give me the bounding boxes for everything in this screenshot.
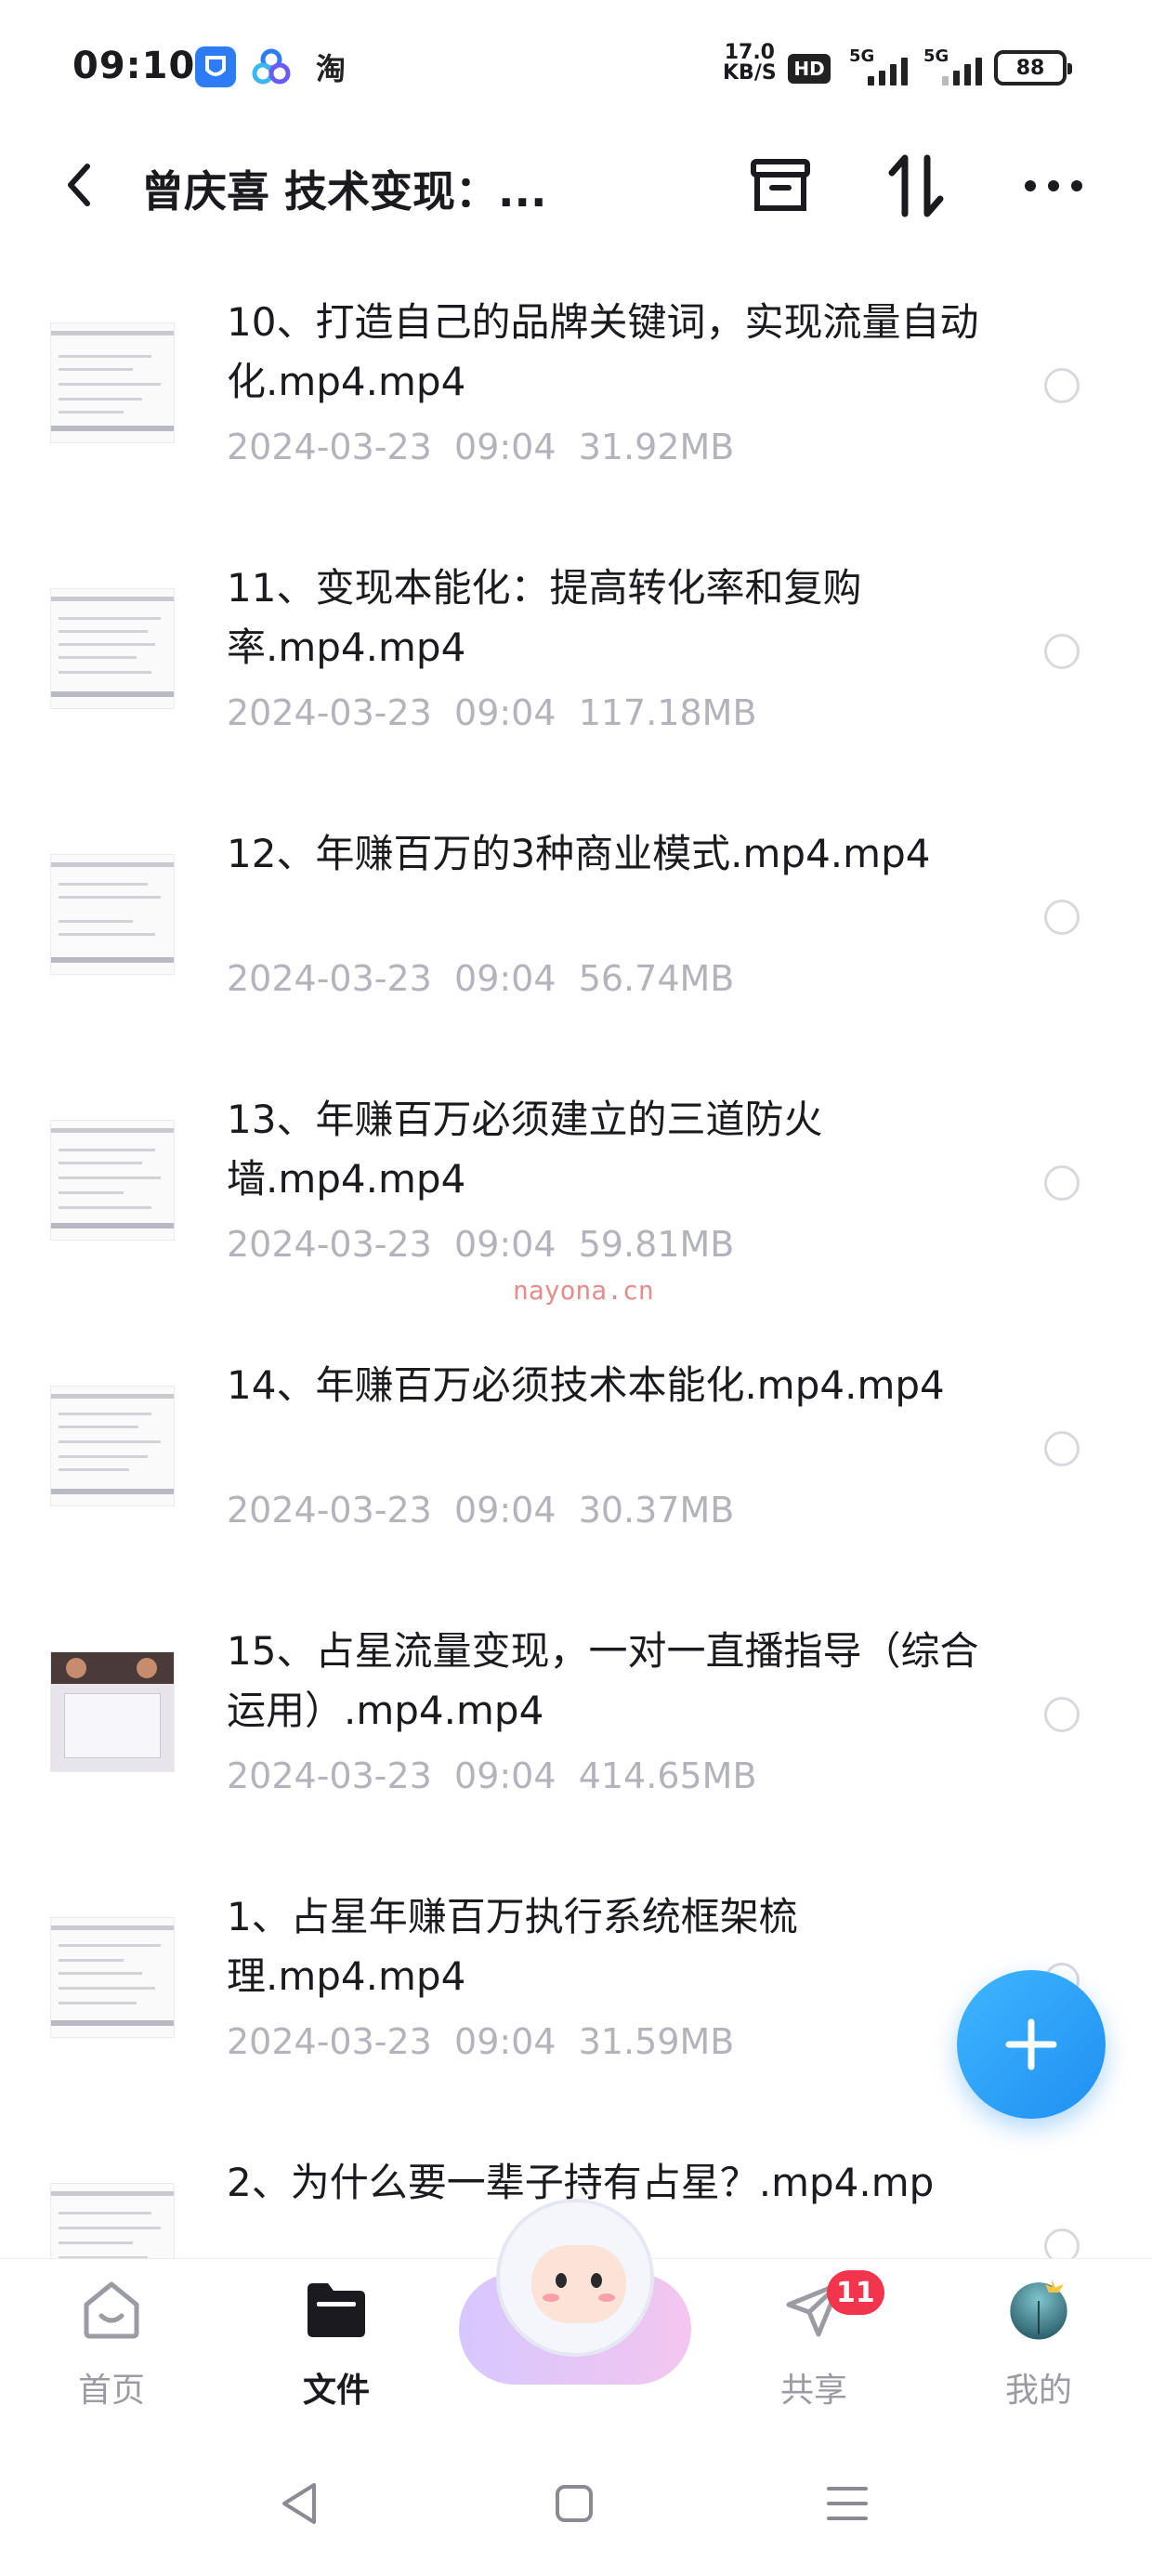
nav-share-label: 共享: [779, 2372, 847, 2410]
select-checkbox[interactable]: [1044, 1165, 1080, 1201]
file-date: 2024-03-23: [227, 1755, 432, 1796]
status-bar: 09:10 淘 17.0 KB/S HD 5G 5G 88: [0, 0, 1152, 130]
file-date: 2024-03-23: [227, 958, 432, 999]
sort-button[interactable]: [879, 149, 953, 223]
file-size: 117.18MB: [578, 692, 757, 733]
file-name: 13、年赚百万必须建立的三道防火墙.mp4.mp4: [227, 1097, 823, 1202]
select-checkbox[interactable]: [1044, 1431, 1080, 1466]
select-checkbox[interactable]: [1044, 2228, 1080, 2258]
add-button[interactable]: [957, 1970, 1106, 2119]
nav-me-label: 我的: [1004, 2372, 1072, 2410]
notification-badge: 11: [827, 2270, 884, 2315]
file-date: 2024-03-23: [227, 2021, 432, 2062]
file-time: 09:04: [454, 1490, 556, 1531]
file-name: 12、年赚百万的3种商业模式.mp4.mp4: [227, 831, 931, 876]
file-thumbnail: [50, 588, 175, 709]
taobao-icon: 淘: [315, 51, 346, 86]
file-date: 2024-03-23: [227, 1490, 432, 1531]
nav-home[interactable]: 首页: [37, 2276, 186, 2415]
file-thumbnail: [50, 2183, 175, 2258]
cloud-app-icon: [251, 46, 292, 87]
file-size: 30.37MB: [578, 1490, 735, 1531]
file-date: 2024-03-23: [227, 427, 432, 467]
file-meta: 2024-03-23 09:04 31.59MB: [227, 2021, 734, 2062]
mascot-icon: [496, 2199, 654, 2357]
hd-voice-icon: HD: [788, 54, 831, 84]
file-size: 59.81MB: [578, 1224, 735, 1265]
select-checkbox[interactable]: [1044, 1697, 1080, 1732]
file-date: 2024-03-23: [227, 692, 432, 733]
file-time: 09:04: [454, 692, 556, 733]
file-time: 09:04: [454, 1755, 556, 1796]
page-title: 曾庆喜 技术变现：...: [141, 166, 547, 217]
back-arrow-icon[interactable]: [52, 152, 108, 217]
shield-app-icon: [195, 46, 236, 87]
file-time: 09:04: [454, 427, 556, 467]
status-time: 09:10: [72, 45, 196, 87]
nav-files-label: 文件: [302, 2372, 370, 2410]
file-name: 10、打造自己的品牌关键词，实现流量自动化.mp4.mp4: [227, 299, 979, 404]
more-options-button[interactable]: [1016, 149, 1091, 223]
file-row[interactable]: 10、打造自己的品牌关键词，实现流量自动化.mp4.mp4 2024-03-23…: [0, 265, 1152, 531]
file-thumbnail: [50, 1120, 175, 1241]
file-time: 09:04: [454, 2021, 556, 2062]
folder-icon: [303, 2276, 370, 2343]
file-meta: 2024-03-23 09:04 30.37MB: [227, 1490, 734, 1531]
file-row[interactable]: 11、变现本能化：提高转化率和复购率.mp4.mp4 2024-03-23 09…: [0, 531, 1152, 796]
file-time: 09:04: [454, 958, 556, 999]
file-name: 14、年赚百万必须技术本能化.mp4.mp4: [227, 1362, 945, 1408]
file-meta: 2024-03-23 09:04 31.92MB: [227, 427, 734, 467]
nav-me[interactable]: 我的: [964, 2276, 1113, 2415]
signal-5g-icon: 5G: [849, 46, 914, 85]
file-thumbnail: [50, 1386, 175, 1506]
select-checkbox[interactable]: [1044, 368, 1080, 403]
nav-files[interactable]: 文件: [262, 2276, 411, 2415]
assistant-mascot-button[interactable]: [459, 2199, 691, 2385]
watermark-text: nayona.cn: [513, 1275, 654, 1306]
avatar: [1005, 2276, 1072, 2343]
select-checkbox[interactable]: [1044, 900, 1080, 935]
file-thumbnail: [50, 1917, 175, 2038]
file-name: 11、变现本能化：提高转化率和复购率.mp4.mp4: [227, 565, 862, 670]
file-thumbnail: [50, 854, 175, 975]
home-icon: [78, 2276, 145, 2343]
file-meta: 2024-03-23 09:04 56.74MB: [227, 958, 734, 999]
file-row[interactable]: 12、年赚百万的3种商业模式.mp4.mp4 2024-03-23 09:04 …: [0, 796, 1152, 1062]
more-horizontal-icon: [1025, 180, 1082, 191]
system-home-icon[interactable]: [537, 2466, 611, 2541]
file-row[interactable]: 15、占星流量变现，一对一直播指导（综合运用）.mp4.mp4 2024-03-…: [0, 1594, 1152, 1860]
system-menu-icon[interactable]: [810, 2466, 884, 2541]
file-name: 1、占星年赚百万执行系统框架梳理.mp4.mp4: [227, 1894, 798, 1999]
network-speed-unit: KB/S: [723, 61, 777, 85]
system-navigation-bar: [0, 2435, 1152, 2576]
archive-icon: [751, 159, 810, 211]
file-meta: 2024-03-23 09:04 117.18MB: [227, 692, 757, 733]
select-checkbox[interactable]: [1044, 634, 1080, 669]
plus-icon: [1005, 2018, 1057, 2070]
file-meta: 2024-03-23 09:04 414.65MB: [227, 1755, 757, 1796]
network-speed-value: 17.0: [724, 41, 775, 64]
battery-icon: 88: [994, 50, 1072, 85]
file-size: 414.65MB: [578, 1755, 757, 1796]
signal-5g-icon: 5G: [923, 46, 988, 85]
nav-home-label: 首页: [77, 2372, 145, 2410]
file-size: 56.74MB: [578, 958, 735, 999]
file-thumbnail: [50, 322, 175, 443]
file-meta: 2024-03-23 09:04 59.81MB: [227, 1224, 734, 1265]
sort-icon: [888, 154, 944, 217]
top-app-bar: 曾庆喜 技术变现：...: [0, 130, 1152, 242]
archive-button[interactable]: [743, 149, 818, 223]
file-list: 10、打造自己的品牌关键词，实现流量自动化.mp4.mp4 2024-03-23…: [0, 265, 1152, 2258]
file-row[interactable]: 14、年赚百万必须技术本能化.mp4.mp4 2024-03-23 09:04 …: [0, 1328, 1152, 1594]
file-name: 15、占星流量变现，一对一直播指导（综合运用）.mp4.mp4: [227, 1628, 979, 1733]
system-back-icon[interactable]: [262, 2466, 336, 2541]
video-thumbnail: [50, 1651, 175, 1772]
network-speed: 17.0 KB/S: [723, 43, 777, 84]
file-size: 31.92MB: [578, 427, 735, 467]
file-size: 31.59MB: [578, 2021, 735, 2062]
nav-share[interactable]: 11 共享: [740, 2270, 888, 2415]
file-time: 09:04: [454, 1224, 556, 1265]
file-date: 2024-03-23: [227, 1224, 432, 1265]
